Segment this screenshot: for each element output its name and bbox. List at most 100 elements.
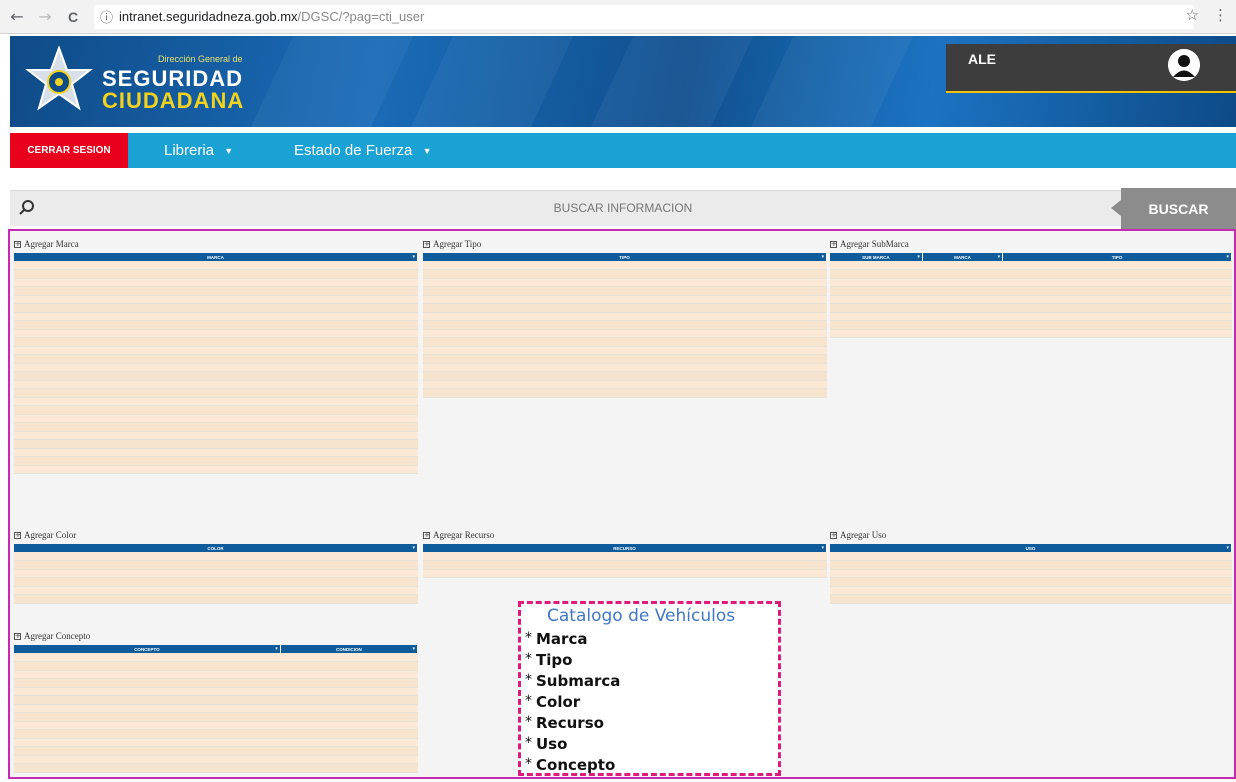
sort-icon[interactable]: ▾ xyxy=(1226,545,1229,551)
add-concepto-link[interactable]: + Agregar Concepto xyxy=(14,630,418,642)
sort-icon[interactable]: ▾ xyxy=(821,545,824,551)
add-submarca-link[interactable]: + Agregar SubMarca xyxy=(830,238,1232,250)
table-row[interactable] xyxy=(14,312,418,321)
table-row[interactable] xyxy=(423,312,827,321)
column-header[interactable]: CONCEPTO ▾ xyxy=(14,645,281,653)
table-row[interactable] xyxy=(14,448,418,457)
column-header[interactable]: MARCA ▾ xyxy=(922,253,1004,261)
table-row[interactable] xyxy=(14,738,418,747)
table-row[interactable] xyxy=(14,422,418,432)
table-row[interactable] xyxy=(423,295,827,304)
table-row[interactable] xyxy=(14,261,418,270)
table-row[interactable] xyxy=(423,269,827,279)
table-row[interactable] xyxy=(14,577,418,587)
table-row[interactable] xyxy=(14,303,418,313)
table-row[interactable] xyxy=(14,746,418,756)
table-row[interactable] xyxy=(423,303,827,313)
table-row[interactable] xyxy=(14,763,418,773)
nav-item-libreria[interactable]: Libreria ▼ xyxy=(164,142,233,159)
table-row[interactable] xyxy=(14,346,418,355)
sort-icon[interactable]: ▾ xyxy=(412,646,415,652)
table-row[interactable] xyxy=(14,380,418,389)
table-row[interactable] xyxy=(14,586,418,595)
table-row[interactable] xyxy=(423,569,827,578)
sort-icon[interactable]: ▾ xyxy=(412,254,415,260)
table-row[interactable] xyxy=(830,586,1232,595)
forward-icon[interactable]: → xyxy=(34,6,56,28)
add-recurso-link[interactable]: + Agregar Recurso xyxy=(423,529,827,541)
user-panel[interactable]: ALE xyxy=(946,44,1236,93)
table-row[interactable] xyxy=(14,337,418,347)
info-icon[interactable]: ⓘ xyxy=(100,7,113,26)
nav-item-estado-de-fuerza[interactable]: Estado de Fuerza ▼ xyxy=(294,142,432,159)
table-row[interactable] xyxy=(14,653,418,662)
table-row[interactable] xyxy=(830,577,1232,587)
reload-icon[interactable]: C xyxy=(62,6,84,28)
sort-icon[interactable]: ▾ xyxy=(412,545,415,551)
table-row[interactable] xyxy=(423,320,827,330)
search-bar[interactable]: BUSCAR INFORMACION BUSCAR xyxy=(10,188,1236,229)
search-button[interactable]: BUSCAR xyxy=(1111,188,1236,229)
table-row[interactable] xyxy=(14,456,418,466)
table-row[interactable] xyxy=(830,552,1232,561)
table-row[interactable] xyxy=(14,286,418,296)
table-row[interactable] xyxy=(14,354,418,364)
table-row[interactable] xyxy=(14,329,418,338)
table-row[interactable] xyxy=(14,695,418,705)
column-header[interactable]: COLOR ▾ xyxy=(14,544,418,552)
column-header[interactable]: TIPO ▾ xyxy=(423,253,827,261)
table-row[interactable] xyxy=(830,278,1232,287)
table-row[interactable] xyxy=(14,560,418,570)
sort-icon[interactable]: ▾ xyxy=(998,254,1001,260)
table-row[interactable] xyxy=(423,388,827,398)
column-header[interactable]: RECURSO ▾ xyxy=(423,544,827,552)
sort-icon[interactable]: ▾ xyxy=(917,254,920,260)
column-header[interactable]: TIPO ▾ xyxy=(1002,253,1232,261)
table-row[interactable] xyxy=(14,729,418,739)
table-row[interactable] xyxy=(14,687,418,696)
table-row[interactable] xyxy=(423,371,827,381)
table-row[interactable] xyxy=(423,363,827,372)
table-row[interactable] xyxy=(830,594,1232,604)
table-row[interactable] xyxy=(14,755,418,764)
address-bar[interactable]: ⓘ intranet.seguridadneza.gob.mx /DGSC/?p… xyxy=(94,4,1194,29)
column-header[interactable]: USO ▾ xyxy=(830,544,1232,552)
table-row[interactable] xyxy=(830,295,1232,304)
table-row[interactable] xyxy=(830,320,1232,330)
logout-button[interactable]: CERRAR SESION xyxy=(10,133,128,168)
table-row[interactable] xyxy=(14,569,418,578)
table-row[interactable] xyxy=(14,269,418,279)
table-row[interactable] xyxy=(14,397,418,406)
add-tipo-link[interactable]: + Agregar Tipo xyxy=(423,238,827,250)
table-row[interactable] xyxy=(423,329,827,338)
table-row[interactable] xyxy=(14,414,418,423)
table-row[interactable] xyxy=(14,295,418,304)
table-row[interactable] xyxy=(14,431,418,440)
table-row[interactable] xyxy=(14,320,418,330)
table-row[interactable] xyxy=(14,712,418,722)
table-row[interactable] xyxy=(423,278,827,287)
table-row[interactable] xyxy=(14,661,418,671)
column-header[interactable]: MARCA ▾ xyxy=(14,253,418,261)
table-row[interactable] xyxy=(830,312,1232,321)
table-row[interactable] xyxy=(14,465,418,474)
sort-icon[interactable]: ▾ xyxy=(821,254,824,260)
table-row[interactable] xyxy=(830,329,1232,338)
table-row[interactable] xyxy=(423,261,827,270)
sort-icon[interactable]: ▾ xyxy=(1226,254,1229,260)
table-row[interactable] xyxy=(423,354,827,364)
table-row[interactable] xyxy=(423,380,827,389)
table-row[interactable] xyxy=(14,594,418,604)
table-row[interactable] xyxy=(14,670,418,679)
bookmark-star-icon[interactable]: ☆ xyxy=(1186,6,1199,24)
table-row[interactable] xyxy=(14,405,418,415)
user-avatar-icon[interactable] xyxy=(1168,49,1200,81)
table-row[interactable] xyxy=(830,286,1232,296)
browser-menu-icon[interactable]: ⋮ xyxy=(1213,6,1228,24)
table-row[interactable] xyxy=(830,269,1232,279)
table-row[interactable] xyxy=(423,552,827,561)
table-row[interactable] xyxy=(830,569,1232,578)
add-color-link[interactable]: + Agregar Color xyxy=(14,529,418,541)
table-row[interactable] xyxy=(830,303,1232,313)
table-row[interactable] xyxy=(14,388,418,398)
